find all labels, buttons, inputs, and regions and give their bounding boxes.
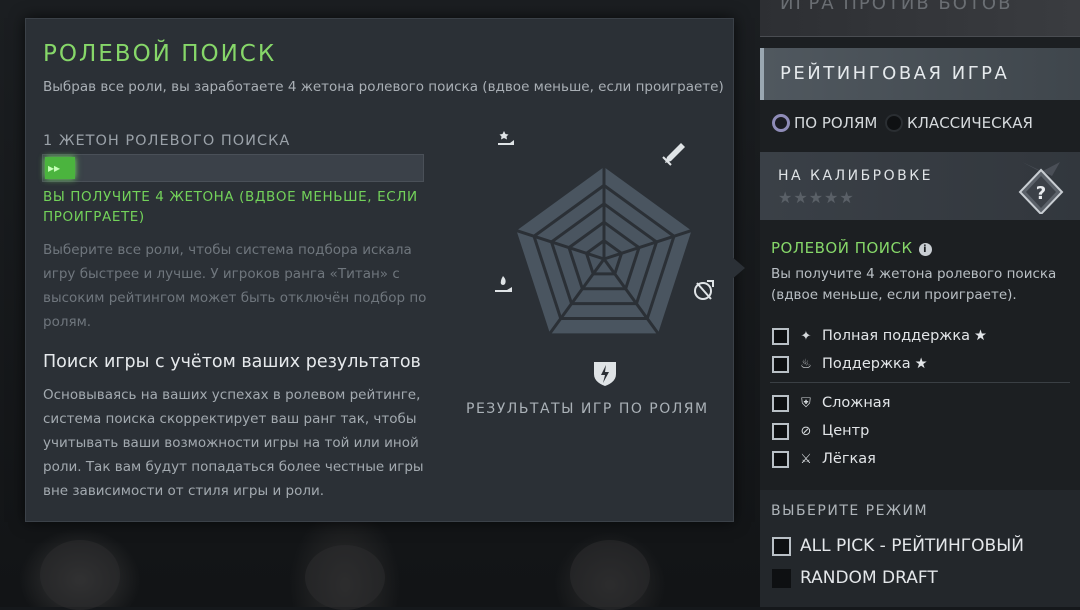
role-search-title-text: РОЛЕВОЙ ПОИСК [771, 239, 913, 257]
hard-support-icon: ✦ [800, 328, 812, 344]
hero-silhouette [40, 540, 120, 610]
role-label: Лёгкая [822, 451, 876, 467]
radar-caption: РЕЗУЛЬТАТЫ ИГР ПО РОЛЯМ [466, 401, 709, 417]
radio-empty-icon [885, 114, 903, 132]
bots-mode-button[interactable]: ИГРА ПРОТИВ БОТОВ [760, 0, 1080, 37]
star-icon: ★ [914, 356, 928, 372]
role-checkbox-carry[interactable]: ⚔ Лёгкая [772, 448, 876, 470]
pick-mode-title: ВЫБЕРИТЕ РЕЖИМ [771, 503, 929, 519]
by-roles-label: ПО РОЛЯМ [794, 114, 878, 132]
support-icon: ♨ [800, 356, 812, 372]
ranked-mode-label: РЕЙТИНГОВАЯ ИГРА [780, 63, 1010, 84]
offlane-icon: ⛨ [801, 395, 811, 411]
role-checkbox-hard-support[interactable]: ✦ Полная поддержка ★ [772, 325, 987, 347]
divider [770, 382, 1070, 383]
role-radar-chart [495, 131, 714, 386]
star-icon: ★ [973, 328, 987, 344]
hero-silhouette [305, 545, 385, 610]
section-body: Основываясь на ваших успехах в ролевом р… [43, 387, 424, 499]
checkbox[interactable] [772, 394, 789, 412]
tooltip-title: РОЛЕВОЙ ПОИСК [43, 41, 277, 67]
classic-radio[interactable]: КЛАССИЧЕСКАЯ [885, 111, 1033, 135]
token-label: 1 ЖЕТОН РОЛЕВОГО ПОИСКА [43, 133, 291, 149]
mid-icon: ⊘ [800, 423, 812, 439]
sidebar: ИГРА ПРОТИВ БОТОВ РЕЙТИНГОВАЯ ИГРА ПО РО… [760, 0, 1080, 607]
by-roles-radio[interactable]: ПО РОЛЯМ [772, 111, 877, 135]
mid-icon [694, 280, 714, 300]
section-heading: Поиск игры с учётом ваших результатов [43, 352, 421, 372]
offlane-icon [594, 362, 616, 386]
role-checkbox-offlane[interactable]: ⛨ Сложная [772, 392, 890, 414]
hero-silhouette [570, 540, 650, 610]
radio-selected-icon [772, 114, 790, 132]
calibration-stars: ★★★★★ [778, 188, 855, 207]
tooltip-subtitle: Выбрав все роли, вы заработаете 4 жетона… [43, 79, 724, 95]
badge-symbol: ? [1036, 183, 1046, 204]
pick-mode-label: ALL PICK - РЕЙТИНГОВЫЙ [800, 536, 1024, 556]
checkbox[interactable] [772, 450, 789, 468]
token-progress-fill: ▸▸ [45, 157, 76, 179]
ranked-mode-button[interactable]: РЕЙТИНГОВАЯ ИГРА [760, 48, 1080, 100]
checkbox[interactable] [772, 422, 789, 440]
role-search-desc: Вы получите 4 жетона ролевого поиска (вд… [771, 266, 1057, 303]
role-search-title: РОЛЕВОЙ ПОИСК i [771, 239, 932, 257]
bots-mode-label: ИГРА ПРОТИВ БОТОВ [780, 0, 1013, 14]
role-label: Полная поддержка [822, 328, 970, 344]
all-pick-ranked-option[interactable]: ALL PICK - РЕЙТИНГОВЫЙ [772, 534, 1024, 558]
role-search-tooltip: РОЛЕВОЙ ПОИСК Выбрав все роли, вы зарабо… [25, 18, 734, 522]
calibration-panel: НА КАЛИБРОВКЕ ★★★★★ ? [760, 152, 1080, 220]
info-icon[interactable]: i [918, 243, 932, 256]
checkbox[interactable] [772, 536, 791, 556]
calibration-label: НА КАЛИБРОВКЕ [778, 168, 934, 184]
rank-badge-icon[interactable]: ? [1016, 162, 1066, 214]
checkbox[interactable] [772, 327, 789, 345]
carry-icon: ⚔ [800, 451, 812, 467]
role-checkbox-mid[interactable]: ⊘ Центр [772, 420, 869, 442]
classic-label: КЛАССИЧЕСКАЯ [907, 114, 1033, 132]
tooltip-pointer [731, 256, 745, 280]
token-progress-bar: ▸▸ [42, 154, 424, 182]
checkbox[interactable] [772, 568, 791, 588]
hard-support-icon [498, 131, 514, 145]
token-gain-text: ВЫ ПОЛУЧИТЕ 4 ЖЕТОНА (ВДВОЕ МЕНЬШЕ, ЕСЛИ… [43, 189, 418, 225]
checkbox[interactable] [772, 355, 789, 373]
role-label: Поддержка [822, 356, 911, 372]
pick-mode-label: RANDOM DRAFT [800, 568, 938, 588]
role-label: Центр [822, 423, 870, 439]
role-hint-text: Выберите все роли, чтобы система подбора… [43, 242, 427, 330]
role-checkbox-support[interactable]: ♨ Поддержка ★ [772, 353, 928, 375]
role-label: Сложная [822, 395, 891, 411]
support-icon [495, 276, 512, 292]
random-draft-option[interactable]: RANDOM DRAFT [772, 566, 938, 590]
carry-icon [662, 143, 685, 166]
